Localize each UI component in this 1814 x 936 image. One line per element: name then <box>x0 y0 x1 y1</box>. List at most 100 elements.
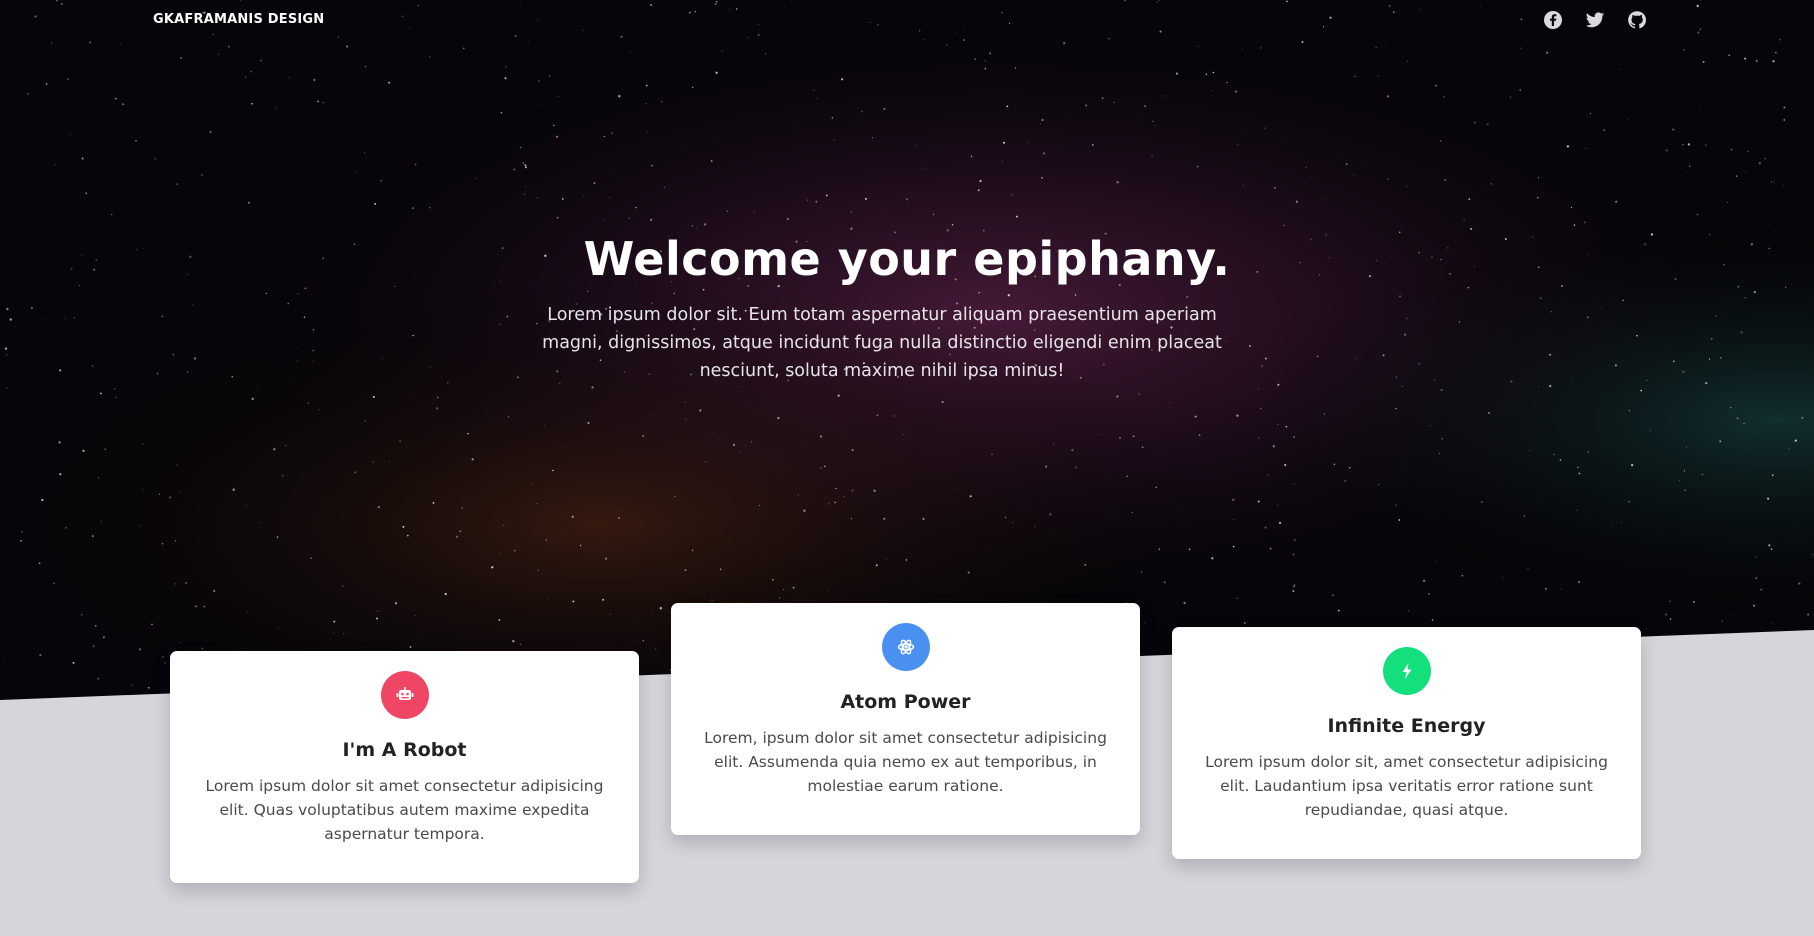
star <box>1097 434 1099 435</box>
star <box>765 52 767 54</box>
star <box>200 173 203 176</box>
github-icon[interactable] <box>1627 10 1647 30</box>
star <box>115 396 117 399</box>
star <box>1539 297 1542 300</box>
star <box>1015 215 1018 218</box>
star <box>1775 52 1777 54</box>
star <box>1755 577 1758 579</box>
star <box>1301 41 1304 43</box>
star <box>835 487 837 490</box>
star <box>158 493 160 495</box>
twitter-icon[interactable] <box>1585 10 1605 30</box>
star <box>684 569 687 572</box>
star <box>977 189 980 192</box>
star <box>649 218 653 221</box>
star <box>876 414 879 417</box>
star <box>160 696 162 698</box>
star <box>1261 365 1264 367</box>
star <box>1305 166 1307 169</box>
facebook-icon[interactable] <box>1543 10 1563 30</box>
star <box>886 559 888 560</box>
star <box>92 645 95 648</box>
star <box>81 157 84 160</box>
star <box>1585 148 1587 150</box>
star <box>1211 557 1214 560</box>
star <box>582 196 584 197</box>
star <box>1756 431 1758 433</box>
star <box>131 684 133 686</box>
star <box>1155 646 1157 648</box>
star <box>73 316 76 319</box>
star <box>1736 417 1739 420</box>
star <box>1710 337 1713 340</box>
star <box>140 525 142 527</box>
star <box>603 219 605 220</box>
star <box>524 166 527 169</box>
star <box>135 140 137 142</box>
star <box>168 496 172 499</box>
star <box>1571 381 1573 382</box>
star <box>831 117 834 119</box>
star <box>1233 519 1235 521</box>
star <box>1063 42 1066 45</box>
star <box>850 518 852 520</box>
star <box>201 647 204 650</box>
star <box>471 458 474 461</box>
star <box>122 103 125 106</box>
star <box>562 444 564 446</box>
star <box>1578 581 1580 583</box>
star <box>984 60 986 62</box>
star <box>873 489 876 492</box>
star <box>1278 521 1282 524</box>
star <box>1034 526 1036 528</box>
star <box>1473 121 1476 124</box>
star <box>893 415 895 417</box>
star <box>322 101 325 104</box>
star <box>593 182 596 185</box>
star <box>1549 339 1551 341</box>
star <box>1353 174 1355 176</box>
star <box>461 507 463 509</box>
star <box>142 488 144 490</box>
star <box>1333 463 1336 466</box>
star <box>691 225 694 227</box>
star <box>1257 437 1260 439</box>
star <box>273 448 276 451</box>
star <box>618 95 621 98</box>
star <box>903 434 905 436</box>
star <box>176 464 178 466</box>
brand-logo[interactable]: GKAFRAMANIS DESIGN <box>153 12 324 27</box>
star <box>1141 571 1143 573</box>
star <box>294 382 296 384</box>
star <box>1293 436 1296 438</box>
star <box>1405 317 1408 320</box>
star <box>843 495 845 498</box>
star <box>1771 474 1774 476</box>
star <box>1428 593 1430 595</box>
star <box>1258 388 1259 390</box>
star <box>864 197 867 200</box>
star <box>346 45 349 48</box>
star <box>655 648 657 650</box>
star <box>50 42 52 44</box>
star <box>1586 316 1589 319</box>
star <box>100 520 102 522</box>
star <box>1590 112 1592 114</box>
star <box>548 75 551 78</box>
card-title: Infinite Energy <box>1327 715 1486 737</box>
star <box>1704 144 1707 146</box>
star <box>1011 194 1013 196</box>
star <box>628 217 630 220</box>
star <box>1550 311 1552 313</box>
star <box>1277 504 1279 506</box>
feature-card-atom: Atom Power Lorem, ipsum dolor sit amet c… <box>671 603 1140 835</box>
star <box>1210 89 1213 92</box>
star <box>303 316 306 318</box>
star <box>871 599 873 600</box>
star <box>1236 414 1239 417</box>
star <box>1812 554 1814 556</box>
star <box>1046 184 1047 186</box>
star <box>540 104 542 106</box>
star <box>1560 588 1562 590</box>
star <box>531 482 533 484</box>
